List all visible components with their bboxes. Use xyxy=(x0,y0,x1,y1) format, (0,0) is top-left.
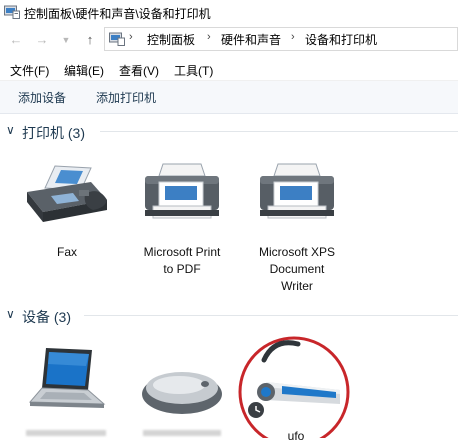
device-label: Fax xyxy=(14,244,120,261)
device-mouse[interactable] xyxy=(129,340,235,438)
device-label: Microsoft XPS Document Writer xyxy=(244,244,350,295)
breadcrumb-devices-printers[interactable]: 设备和打印机 xyxy=(305,31,377,48)
menu-file[interactable]: 文件(F) xyxy=(10,62,49,79)
breadcrumb-separator-icon[interactable]: › xyxy=(129,31,133,43)
breadcrumb-control-panel[interactable]: 控制面板 xyxy=(147,31,195,48)
device-label: ufo xyxy=(236,428,356,445)
blurred-device-label xyxy=(26,430,106,436)
menu-bar: 文件(F) 编辑(E) 查看(V) 工具(T) xyxy=(0,58,458,81)
printer-icon xyxy=(145,163,219,219)
device-label: Microsoft Print to PDF xyxy=(129,244,235,278)
up-arrow-icon[interactable]: ↑ xyxy=(82,32,98,48)
menu-tools[interactable]: 工具(T) xyxy=(174,62,213,79)
device-label-line: Microsoft XPS xyxy=(258,245,336,259)
blurred-device-label xyxy=(143,430,221,436)
breadcrumb-hardware-sound[interactable]: 硬件和声音 xyxy=(221,31,281,48)
menu-view[interactable]: 查看(V) xyxy=(119,62,159,79)
device-label-line: to PDF xyxy=(163,262,201,276)
command-bar: 添加设备 添加打印机 xyxy=(0,81,458,114)
device-label-line: ufo xyxy=(287,429,305,443)
add-device-button[interactable]: 添加设备 xyxy=(18,89,66,106)
breadcrumb-separator-icon[interactable]: › xyxy=(207,31,211,43)
devices-group-header[interactable]: ∨ 设备 (3) xyxy=(0,304,458,326)
add-printer-button[interactable]: 添加打印机 xyxy=(96,89,156,106)
devices-group-title: 设备 (3) xyxy=(22,309,71,325)
device-label-line: Document xyxy=(269,262,325,276)
device-label-line: Fax xyxy=(56,245,77,259)
device-microsoft-print-to-pdf[interactable]: Microsoft Print to PDF xyxy=(129,160,235,280)
control-panel-icon xyxy=(109,32,125,46)
device-label-line: Microsoft Print xyxy=(143,245,221,259)
device-fax[interactable]: Fax xyxy=(14,160,120,270)
device-microsoft-xps-document-writer[interactable]: Microsoft XPS Document Writer xyxy=(244,160,350,300)
device-computer[interactable] xyxy=(14,340,120,438)
printers-group-title: 打印机 (3) xyxy=(22,125,85,141)
fax-machine-icon xyxy=(27,165,107,222)
bluetooth-headset-icon xyxy=(238,336,350,438)
forward-arrow-icon[interactable]: → xyxy=(34,32,50,48)
menu-edit[interactable]: 编辑(E) xyxy=(64,62,104,79)
breadcrumb-separator-icon[interactable]: › xyxy=(291,31,295,43)
group-divider xyxy=(100,131,458,132)
recent-locations-dropdown-icon[interactable]: ▼ xyxy=(58,32,74,48)
control-panel-icon xyxy=(4,5,20,19)
title-bar: 控制面板\硬件和声音\设备和打印机 xyxy=(0,0,458,26)
laptop-icon xyxy=(28,348,106,408)
address-bar[interactable]: › 控制面板 › 硬件和声音 › 设备和打印机 xyxy=(104,27,458,51)
back-arrow-icon[interactable]: ← xyxy=(8,32,24,48)
chevron-down-icon[interactable]: ∨ xyxy=(6,123,15,137)
mouse-icon xyxy=(142,372,222,414)
window-title: 控制面板\硬件和声音\设备和打印机 xyxy=(24,7,211,21)
printers-group-header[interactable]: ∨ 打印机 (3) xyxy=(0,120,458,142)
printer-icon xyxy=(260,163,334,219)
group-divider xyxy=(84,315,458,316)
device-label-line: Writer xyxy=(281,279,313,293)
chevron-down-icon[interactable]: ∨ xyxy=(6,307,15,321)
device-ufo[interactable]: ufo xyxy=(236,330,356,443)
